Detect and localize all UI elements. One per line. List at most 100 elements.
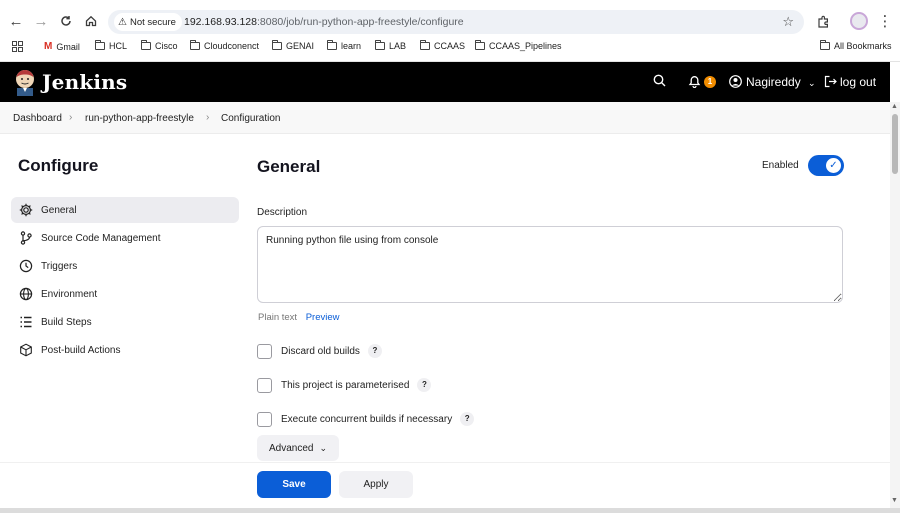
logout-icon[interactable]	[824, 75, 837, 91]
os-taskbar-edge	[0, 508, 900, 513]
extensions-icon[interactable]	[812, 10, 834, 32]
profile-avatar[interactable]	[848, 10, 870, 32]
scroll-thumb[interactable]	[892, 114, 898, 174]
back-icon[interactable]: ←	[5, 10, 27, 32]
chevron-right-icon: ›	[69, 112, 73, 123]
logout-link[interactable]: log out	[840, 75, 876, 89]
address-bar[interactable]: ⚠ Not secure 192.168.93.128:8080/job/run…	[108, 10, 804, 34]
option-concurrent-builds: Execute concurrent builds if necessary ?	[257, 410, 475, 428]
folder-icon	[420, 40, 430, 50]
browser-menu-icon[interactable]: ⋮	[874, 10, 896, 32]
page-scrollbar[interactable]: ▲ ▼	[890, 102, 900, 508]
option-parameterised: This project is parameterised ?	[257, 376, 432, 394]
bookmark-learn[interactable]: learn	[327, 40, 361, 51]
user-icon[interactable]	[729, 75, 742, 91]
cube-icon	[19, 343, 33, 357]
advanced-label: Advanced	[268, 442, 314, 454]
folder-icon	[820, 40, 830, 50]
chevron-right-icon: ›	[206, 112, 210, 123]
bookmark-ccaas-pipelines[interactable]: CCAAS_Pipelines	[475, 40, 562, 51]
sidebar-item-build-steps[interactable]: Build Steps	[11, 309, 239, 335]
sidebar-item-label: General	[41, 204, 77, 216]
gear-icon	[19, 203, 33, 217]
folder-icon	[141, 40, 151, 50]
bookmark-star-icon[interactable]: ☆	[782, 14, 794, 30]
security-chip[interactable]: ⚠ Not secure	[114, 13, 182, 31]
breadcrumb: Dashboard › run-python-app-freestyle › C…	[0, 102, 890, 134]
sidebar-item-source-code-management[interactable]: Source Code Management	[11, 225, 239, 251]
breadcrumb-job[interactable]: run-python-app-freestyle	[85, 113, 194, 124]
forward-icon[interactable]: →	[30, 10, 52, 32]
search-icon[interactable]	[653, 74, 666, 90]
folder-icon	[475, 40, 485, 50]
sidebar-item-label: Environment	[41, 288, 98, 300]
breadcrumb-dashboard[interactable]: Dashboard	[13, 113, 62, 124]
chevron-down-icon: ⌄	[808, 78, 816, 88]
folder-icon	[190, 40, 200, 50]
reload-icon[interactable]	[55, 10, 77, 32]
sidebar-item-label: Source Code Management	[41, 232, 161, 244]
home-icon[interactable]	[80, 10, 102, 32]
help-icon[interactable]: ?	[367, 344, 382, 358]
enabled-toggle[interactable]: ✓	[808, 155, 844, 176]
apps-grid-icon[interactable]	[12, 41, 23, 52]
url-text: 192.168.93.128:8080/job/run-python-app-f…	[184, 16, 464, 28]
sidebar-item-triggers[interactable]: Triggers	[11, 253, 239, 279]
bookmarks-bar: M Gmail HCL Cisco Cloudconenct GENAI lea…	[0, 38, 900, 58]
jenkins-logo-icon[interactable]	[13, 68, 37, 96]
globe-icon	[19, 287, 33, 301]
notification-badge[interactable]: 1	[704, 76, 716, 88]
option-discard-old-builds: Discard old builds ?	[257, 342, 382, 360]
bookmark-cisco[interactable]: Cisco	[141, 40, 178, 51]
help-icon[interactable]: ?	[417, 378, 432, 392]
list-icon	[19, 315, 33, 329]
plain-text-link[interactable]: Plain text	[258, 312, 297, 323]
all-bookmarks[interactable]: All Bookmarks	[820, 40, 892, 51]
bookmark-genai[interactable]: GENAI	[272, 40, 314, 51]
sidebar-item-label: Triggers	[41, 260, 78, 272]
branch-icon	[19, 231, 33, 245]
advanced-button[interactable]: Advanced ⌄	[257, 435, 339, 461]
help-icon[interactable]: ?	[460, 412, 475, 426]
bell-icon[interactable]	[688, 74, 701, 91]
save-button[interactable]: Save	[257, 471, 331, 498]
breadcrumb-configuration[interactable]: Configuration	[221, 113, 280, 124]
checkbox[interactable]	[257, 411, 272, 427]
jenkins-header: Jenkins 1 Nagireddy ⌄ log out	[0, 62, 890, 102]
preview-link[interactable]: Preview	[306, 312, 340, 323]
folder-icon	[272, 40, 282, 50]
option-label: Discard old builds	[281, 345, 360, 357]
apply-button[interactable]: Apply	[339, 471, 413, 498]
bookmark-cloudconenct[interactable]: Cloudconenct	[190, 40, 259, 51]
bookmark-gmail[interactable]: M Gmail	[44, 41, 80, 52]
bookmark-ccaas[interactable]: CCAAS	[420, 40, 465, 51]
sidebar-item-environment[interactable]: Environment	[11, 281, 239, 307]
folder-icon	[327, 40, 337, 50]
section-title: General	[257, 157, 321, 176]
scroll-down-icon[interactable]: ▼	[891, 497, 898, 504]
checkbox[interactable]	[257, 343, 272, 359]
bookmark-hcl[interactable]: HCL	[95, 40, 127, 51]
user-menu[interactable]: Nagireddy ⌄	[746, 75, 816, 89]
enabled-label: Enabled	[762, 160, 799, 171]
sidebar-item-general[interactable]: General	[11, 197, 239, 223]
sidebar-item-post-build-actions[interactable]: Post-build Actions	[11, 337, 239, 363]
scroll-up-icon[interactable]: ▲	[891, 103, 898, 110]
folder-icon	[95, 40, 105, 50]
bookmark-lab[interactable]: LAB	[375, 40, 406, 51]
bottom-action-bar	[0, 462, 890, 508]
browser-toolbar: ← → ⚠ Not secure 192.168.93.128:8080/job…	[0, 0, 900, 62]
user-name: Nagireddy	[746, 75, 801, 89]
description-textarea[interactable]: Running python file using from console	[257, 226, 843, 303]
chevron-down-icon: ⌄	[319, 442, 328, 453]
sidebar-item-label: Post-build Actions	[41, 344, 121, 356]
option-label: Execute concurrent builds if necessary	[281, 413, 453, 425]
folder-icon	[375, 40, 385, 50]
description-label: Description	[257, 207, 308, 218]
gmail-icon: M	[44, 41, 53, 52]
sidebar-item-label: Build Steps	[41, 316, 92, 328]
check-icon: ✓	[826, 158, 841, 173]
description-format-links: Plain text Preview	[258, 312, 340, 323]
app-name[interactable]: Jenkins	[42, 70, 127, 94]
checkbox[interactable]	[257, 377, 272, 393]
